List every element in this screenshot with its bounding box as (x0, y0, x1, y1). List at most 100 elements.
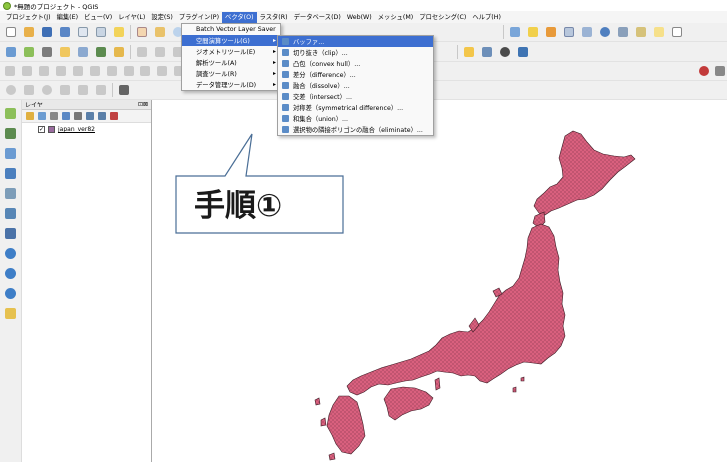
filter-by-expression-icon[interactable] (74, 112, 82, 120)
menu-item-geometry-tools[interactable]: ジオメトリツール(E) ▸ (182, 46, 280, 57)
add-polygon-icon[interactable] (76, 83, 90, 97)
identify-icon[interactable] (508, 25, 522, 39)
pan-to-selection-icon[interactable] (153, 25, 167, 39)
panel-close-icon[interactable]: ⊡⊠ (138, 101, 148, 108)
add-postgis-icon[interactable] (4, 206, 18, 220)
reshape-icon[interactable] (139, 64, 152, 78)
text-annotation-icon[interactable] (670, 25, 684, 39)
manage-map-themes-icon[interactable] (50, 112, 58, 120)
layout-manager-icon[interactable] (94, 25, 108, 39)
deselect-icon[interactable] (544, 25, 558, 39)
add-part-icon[interactable] (72, 64, 85, 78)
add-virtual-layer-icon[interactable] (4, 226, 18, 240)
add-ring-icon[interactable] (55, 64, 68, 78)
collapse-all-icon[interactable] (98, 112, 106, 120)
menu-help[interactable]: ヘルプ(H) (469, 12, 504, 23)
field-calculator-icon[interactable] (580, 25, 594, 39)
add-regular-polygon-icon[interactable] (94, 83, 108, 97)
menu-raster[interactable]: ラスタ(R) (257, 12, 291, 23)
menu-database[interactable]: データベース(D) (291, 12, 344, 23)
menu-item-symmetrical-difference[interactable]: 対称差（symmetrical difference）... (278, 102, 433, 113)
menu-processing[interactable]: プロセシング(C) (416, 12, 469, 23)
toggle-editing-icon[interactable] (112, 45, 126, 59)
open-project-icon[interactable] (22, 25, 36, 39)
menu-item-intersect[interactable]: 交差（intersect）... (278, 91, 433, 102)
map-canvas[interactable] (153, 100, 727, 462)
add-feature-icon[interactable] (153, 45, 167, 59)
add-spatialite-icon[interactable] (4, 186, 18, 200)
style-manager-icon[interactable] (112, 25, 126, 39)
add-vector-icon[interactable] (4, 106, 18, 120)
menu-item-buffer[interactable]: バッファ... (278, 36, 433, 47)
menu-item-analysis-tools[interactable]: 解析ツール(A) ▸ (182, 57, 280, 68)
expand-all-icon[interactable] (86, 112, 94, 120)
add-delimited-text-icon[interactable] (58, 45, 72, 59)
add-delimited-icon[interactable] (4, 166, 18, 180)
label-toolbar-icon[interactable] (117, 83, 131, 97)
pan-hand-icon[interactable] (135, 25, 149, 39)
new-project-icon[interactable] (4, 25, 18, 39)
statistics-icon[interactable] (616, 25, 630, 39)
attribute-table-icon[interactable] (562, 25, 576, 39)
menu-layer[interactable]: レイヤ(L) (115, 12, 148, 23)
new-shapefile-icon[interactable] (4, 306, 18, 320)
delete-part-icon[interactable] (122, 64, 135, 78)
save-as-icon[interactable] (58, 25, 72, 39)
python-console-icon[interactable] (462, 45, 476, 59)
processing-toolbox-icon[interactable] (598, 25, 612, 39)
snapping-options-icon[interactable] (714, 64, 727, 78)
menu-item-research-tools[interactable]: 調査ツール(R) ▸ (182, 68, 280, 79)
add-arc-icon[interactable] (22, 83, 36, 97)
filter-legend-icon[interactable] (62, 112, 70, 120)
add-raster-layer-icon[interactable] (4, 126, 18, 140)
plugins-icon[interactable] (498, 45, 512, 59)
menu-project[interactable]: プロジェクト(J) (3, 12, 54, 23)
layer-item-japan[interactable]: ✓ japan_ver82 (22, 123, 151, 133)
add-raster-icon[interactable] (94, 45, 108, 59)
menu-edit[interactable]: 編集(E) (54, 12, 82, 23)
magnet-snapping-icon[interactable] (697, 64, 710, 78)
add-rectangle-icon[interactable] (58, 83, 72, 97)
add-mesh-icon[interactable] (4, 146, 18, 160)
menu-mesh[interactable]: メッシュ(M) (375, 12, 417, 23)
menu-item-convex-hull[interactable]: 凸包（convex hull）... (278, 58, 433, 69)
menu-item-geoprocessing-tools[interactable]: 空間演算ツール(G) ▸ (182, 35, 280, 46)
save-project-icon[interactable] (40, 25, 54, 39)
menu-item-difference[interactable]: 差分（difference）... (278, 69, 433, 80)
simplify-icon[interactable] (38, 64, 51, 78)
delete-ring-icon[interactable] (105, 64, 118, 78)
add-wfs-layer-icon[interactable] (4, 266, 18, 280)
annotation-icon[interactable] (652, 25, 666, 39)
menu-item-union[interactable]: 和集合（union）... (278, 113, 433, 124)
menu-item-data-management-tools[interactable]: データ管理ツール(D) ▸ (182, 79, 280, 90)
menu-item-batch-vector-layer-saver[interactable]: Batch Vector Layer Saver (182, 24, 280, 35)
offset-curve-icon[interactable] (156, 64, 169, 78)
advanced-digitize-icon[interactable] (4, 64, 17, 78)
menu-plugins[interactable]: プラグイン(P) (176, 12, 222, 23)
select-features-icon[interactable] (526, 25, 540, 39)
add-wms-icon[interactable] (76, 45, 90, 59)
data-source-manager-icon[interactable] (4, 45, 18, 59)
add-group-icon[interactable] (38, 112, 46, 120)
add-wms-layer-icon[interactable] (4, 246, 18, 260)
menu-settings[interactable]: 設定(S) (148, 12, 176, 23)
menu-view[interactable]: ビュー(V) (81, 12, 115, 23)
save-edits-icon[interactable] (135, 45, 149, 59)
print-layout-icon[interactable] (76, 25, 90, 39)
rotate-feature-icon[interactable] (21, 64, 34, 78)
database-icon[interactable] (480, 45, 494, 59)
menu-item-eliminate[interactable]: 選択物の隣接ポリゴンの融合（eliminate）... (278, 124, 433, 135)
layer-visibility-checkbox[interactable]: ✓ (38, 126, 45, 133)
menu-item-clip[interactable]: 切り抜き（clip）... (278, 47, 433, 58)
fill-ring-icon[interactable] (88, 64, 101, 78)
measure-icon[interactable] (634, 25, 648, 39)
open-layer-styling-icon[interactable] (26, 112, 34, 120)
add-wcs-layer-icon[interactable] (4, 286, 18, 300)
add-ellipse-icon[interactable] (40, 83, 54, 97)
python-icon[interactable] (516, 45, 530, 59)
remove-layer-icon[interactable] (110, 112, 118, 120)
menu-web[interactable]: Web(W) (344, 12, 375, 23)
digitize-icon[interactable] (40, 45, 54, 59)
add-vector-layer-icon[interactable] (22, 45, 36, 59)
menu-item-dissolve[interactable]: 融合（dissolve）... (278, 80, 433, 91)
